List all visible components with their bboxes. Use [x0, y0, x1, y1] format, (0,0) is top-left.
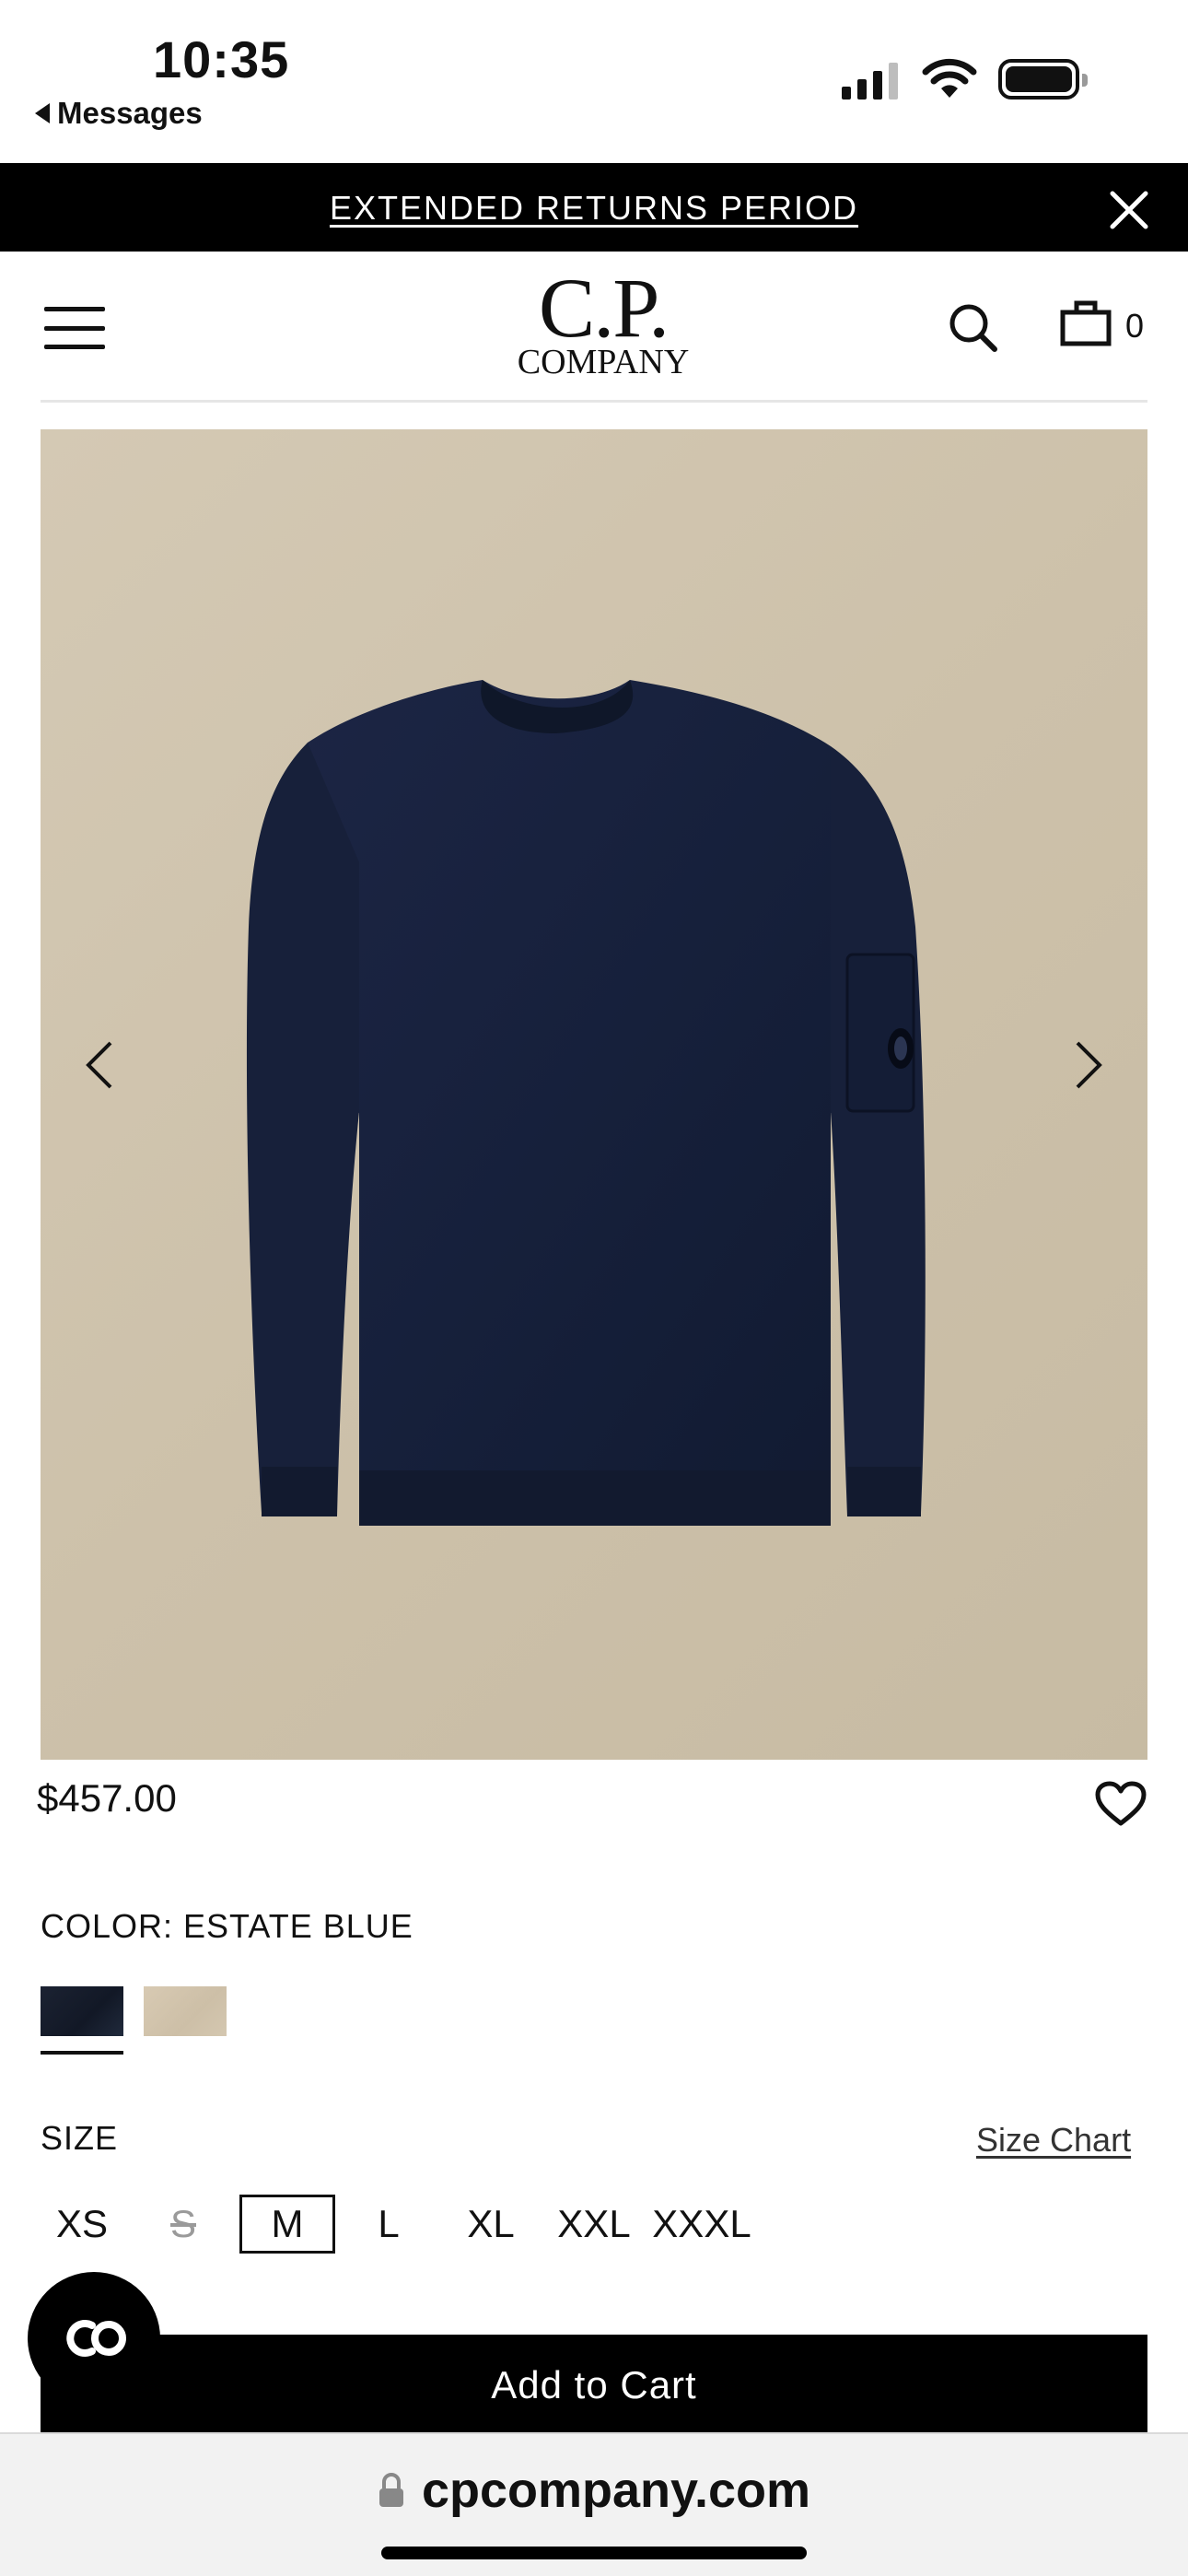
color-label: COLOR: ESTATE BLUE [41, 1907, 413, 1945]
status-bar: 10:35 Messages [0, 0, 1188, 163]
close-icon[interactable] [1109, 190, 1149, 230]
lock-icon [379, 2473, 403, 2507]
color-swatch-estate-blue[interactable] [41, 1986, 123, 2036]
size-option-m[interactable]: M [239, 2195, 335, 2254]
selected-swatch-underline [41, 2051, 123, 2055]
browser-address-bar: cpcompany.com [0, 2432, 1188, 2576]
url-field[interactable]: cpcompany.com [0, 2462, 1188, 2519]
size-option-xxxl[interactable]: XXXL [650, 2195, 753, 2254]
color-swatch-beige[interactable] [144, 1986, 227, 2036]
chat-button[interactable] [28, 2272, 160, 2405]
battery-icon [998, 59, 1088, 100]
size-label: SIZE [41, 2119, 119, 2157]
promo-banner: EXTENDED RETURNS PERIOD [0, 163, 1188, 252]
size-option-s[interactable]: S [151, 2195, 215, 2254]
wifi-icon [922, 58, 977, 98]
heart-icon[interactable] [1094, 1780, 1147, 1828]
previous-image-icon[interactable] [83, 1039, 114, 1091]
size-option-xs[interactable]: XS [41, 2195, 123, 2254]
back-app-label: Messages [57, 96, 203, 130]
next-image-icon[interactable] [1074, 1039, 1105, 1091]
menu-icon[interactable] [44, 307, 105, 349]
product-image[interactable] [41, 429, 1147, 1760]
size-option-xxl[interactable]: XXL [551, 2195, 637, 2254]
promo-link[interactable]: EXTENDED RETURNS PERIOD [0, 189, 1188, 228]
logo-bottom-text: COMPANY [517, 343, 690, 381]
cart-count: 0 [1125, 307, 1145, 345]
logo-top-text: C.P. [538, 261, 670, 355]
header-divider [41, 400, 1147, 403]
home-indicator [381, 2547, 807, 2559]
size-chart-link[interactable]: Size Chart [976, 2121, 1131, 2160]
cellular-signal-icon [842, 63, 898, 100]
status-time: 10:35 [153, 30, 290, 88]
url-text: cpcompany.com [421, 2463, 811, 2518]
size-option-l[interactable]: L [361, 2195, 416, 2254]
bag-icon[interactable] [1059, 296, 1112, 347]
site-header: C.P. COMPANY 0 [0, 252, 1188, 403]
chat-logo-icon [66, 2320, 126, 2357]
search-icon[interactable] [947, 301, 1000, 355]
back-triangle-icon [35, 103, 50, 123]
size-option-xl[interactable]: XL [455, 2195, 527, 2254]
back-to-messages[interactable]: Messages [35, 96, 203, 131]
product-price: $457.00 [37, 1776, 177, 1820]
brand-logo[interactable]: C.P. COMPANY [516, 261, 691, 381]
add-to-cart-button[interactable]: Add to Cart [41, 2335, 1147, 2436]
sweater-image [246, 680, 926, 1526]
